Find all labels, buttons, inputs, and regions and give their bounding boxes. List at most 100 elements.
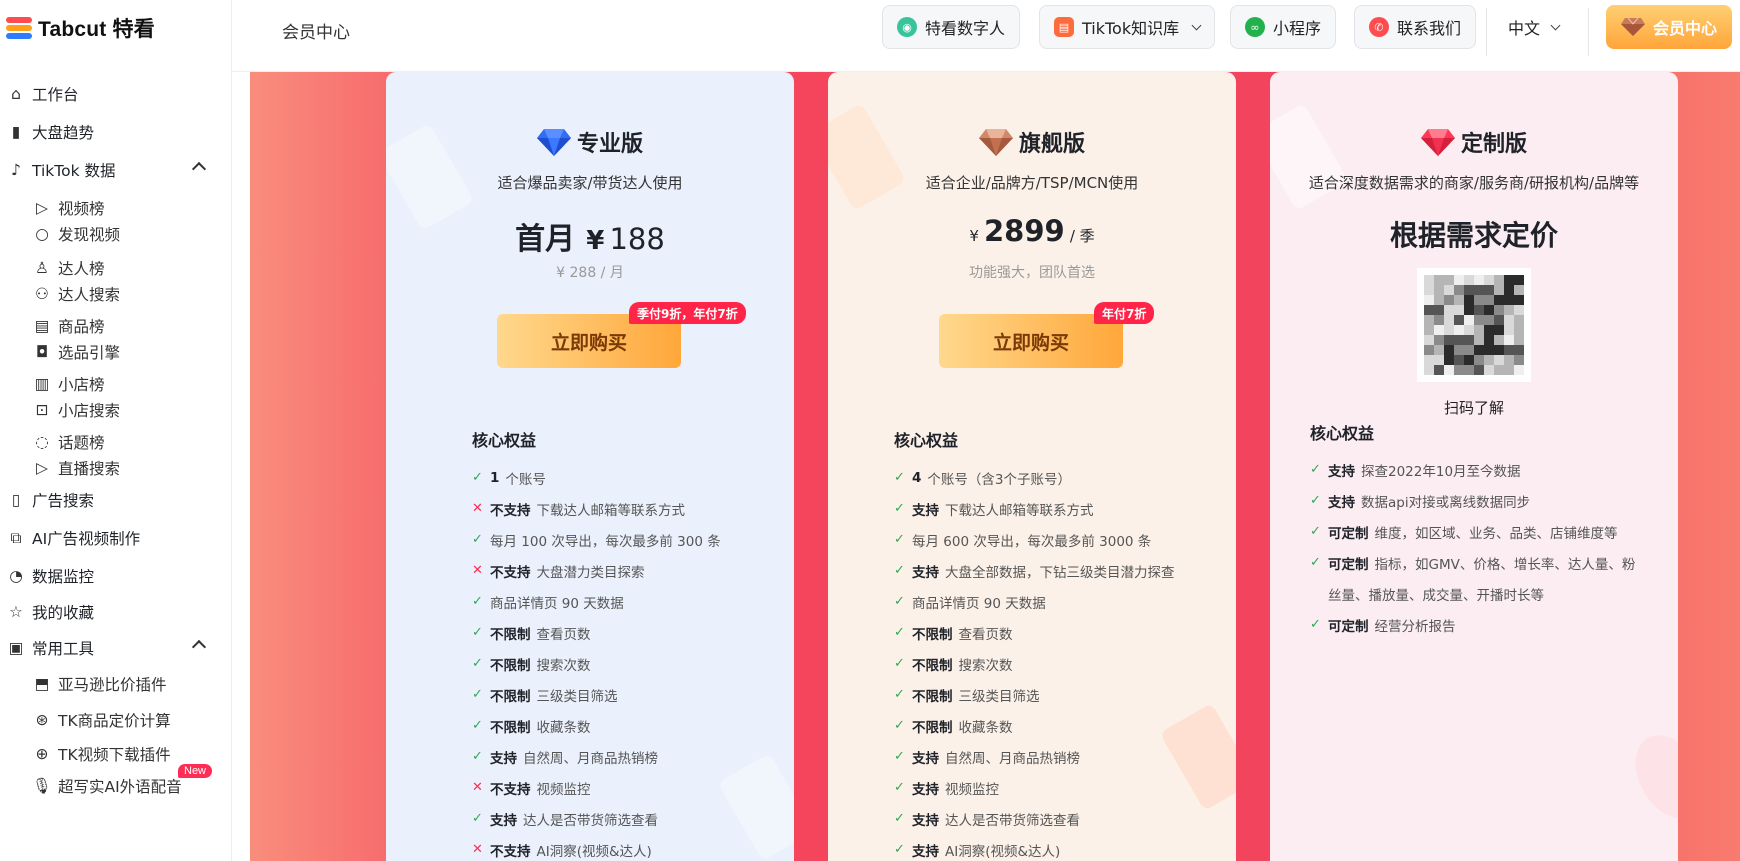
sidebar-item-14[interactable]: ⧉ AI广告视频制作 <box>0 522 231 554</box>
feature-status: 支持 <box>1328 463 1355 480</box>
sidebar-item-1[interactable]: ▮ 大盘趋势 <box>0 116 231 148</box>
qr-cell <box>1504 275 1514 285</box>
feature-status: 可定制 <box>1328 525 1369 542</box>
qr-cell <box>1454 305 1464 315</box>
mini-program-button[interactable]: ∞ 小程序 <box>1230 5 1337 49</box>
logo-icon <box>6 17 32 39</box>
language-select[interactable]: 中文 <box>1508 12 1561 42</box>
mini-program-icon: ∞ <box>1245 17 1265 37</box>
qr-cell <box>1484 335 1494 345</box>
feature-text: 视频监控 <box>536 781 591 798</box>
feature-status: 不支持 <box>490 781 531 798</box>
brand-logo[interactable]: Tabcut 特看 <box>6 14 155 42</box>
feature-text: 收藏条数 <box>536 719 591 736</box>
sidebar-item-12[interactable]: ▷ 直播搜索 <box>0 452 231 484</box>
qr-cell <box>1484 345 1494 355</box>
feature-status: 不限制 <box>912 719 953 736</box>
knowledge-base-button[interactable]: ▤ TikTok知识库 <box>1039 5 1216 49</box>
sidebar-item-label: AI广告视频制作 <box>32 530 141 548</box>
qr-cell <box>1494 275 1504 285</box>
sidebar-item-15[interactable]: ◔ 数据监控 <box>0 560 231 592</box>
feature-text: 大盘全部数据，下钻三级类目潜力探查 <box>945 564 1175 581</box>
contact-us-button[interactable]: ✆ 联系我们 <box>1354 5 1477 49</box>
plan-name: 专业版 <box>576 132 643 157</box>
feature-text: AI洞察(视频&达人) <box>945 843 1061 860</box>
check-icon: ✓ <box>472 749 483 764</box>
sidebar-item-21[interactable]: 🎙 超写实AI外语配音 New <box>0 764 231 802</box>
home-icon: ⌂ <box>11 85 21 103</box>
cross-icon: ✕ <box>472 842 483 857</box>
sidebar-item-label: 直播搜索 <box>58 460 121 478</box>
check-icon: ✓ <box>894 780 905 795</box>
feature-item: ✕ 不支持 下载达人邮箱等联系方式 <box>472 493 721 524</box>
feature-item: 丝量、播放量、成交量、开播时长等 <box>1310 578 1635 609</box>
feature-text: 三级类目筛选 <box>958 688 1040 705</box>
feature-item: ✓ 不限制 搜索次数 <box>472 648 721 679</box>
feature-text: 商品详情页 90 天数据 <box>490 595 624 612</box>
qr-cell <box>1474 345 1484 355</box>
qr-cell <box>1494 295 1504 305</box>
qr-cell <box>1514 355 1524 365</box>
page-title: 会员中心 <box>282 23 350 43</box>
qr-caption: 扫码了解 <box>1443 399 1504 417</box>
phone-icon: ✆ <box>1369 17 1389 37</box>
bag-icon: ◘ <box>35 343 49 361</box>
circle-icon: ○ <box>35 225 49 243</box>
qr-cell <box>1444 355 1454 365</box>
sidebar-item-17[interactable]: ▣ 常用工具 <box>0 632 231 664</box>
price-original: ¥ 288 / 月 <box>556 265 624 281</box>
feature-item: ✓ 支持 下载达人邮箱等联系方式 <box>894 493 1175 524</box>
sidebar-item-6[interactable]: ⚇ 达人搜索 <box>0 278 231 310</box>
sidebar-item-8[interactable]: ◘ 选品引擎 <box>0 336 231 368</box>
check-icon: ✓ <box>1310 462 1321 477</box>
feature-status: 支持 <box>912 502 939 519</box>
feature-text: 查看页数 <box>536 626 591 643</box>
chevron-up-icon[interactable] <box>191 639 207 655</box>
qr-cell <box>1464 305 1474 315</box>
sidebar-item-2[interactable]: ♪ TikTok 数据 <box>0 154 231 186</box>
sidebar-item-4[interactable]: ○ 发现视频 <box>0 218 231 250</box>
feature-status: 不限制 <box>912 657 953 674</box>
plan-price: ¥ 2899 / 季 <box>828 214 1236 248</box>
chevron-up-icon[interactable] <box>191 161 207 177</box>
feature-status: 支持 <box>912 750 939 767</box>
price-value: 2899 <box>984 214 1065 248</box>
check-icon: ✓ <box>894 811 905 826</box>
sidebar-item-label: TK视频下载插件 <box>58 746 171 764</box>
qr-cell <box>1434 345 1444 355</box>
qr-cell <box>1474 315 1484 325</box>
store-icon: ▤ <box>34 317 50 335</box>
digital-human-button[interactable]: ◉ 特看数字人 <box>882 5 1021 49</box>
qr-cell <box>1514 345 1524 355</box>
sidebar-item-label: TK商品定价计算 <box>58 712 171 730</box>
feature-text: 下载达人邮箱等联系方式 <box>945 502 1094 519</box>
feature-list: ✓ 4 个账号（含3个子账号） ✓ 支持 下载达人邮箱等联系方式 ✓ 每月 600 次导出，每… <box>894 462 1175 861</box>
qr-code[interactable] <box>1417 268 1531 382</box>
qr-cell <box>1484 295 1494 305</box>
feature-status: 4 <box>912 469 922 486</box>
sidebar-item-10[interactable]: ⊡ 小店搜索 <box>0 394 231 426</box>
sidebar-item-label: 大盘趋势 <box>32 124 95 142</box>
core-benefits-title: 核心权益 <box>894 431 959 450</box>
feature-text: 达人是否带货筛选查看 <box>523 812 658 829</box>
qr-cell <box>1484 355 1494 365</box>
vip-center-button[interactable]: 会员中心 <box>1606 5 1732 49</box>
feature-item: ✕ 不支持 AI洞察(视频&达人) <box>472 834 721 861</box>
feature-item: ✓ 支持 达人是否带货筛选查看 <box>894 803 1175 834</box>
sidebar-item-label: 发现视频 <box>58 226 121 244</box>
sidebar-item-0[interactable]: ⌂ 工作台 <box>0 78 231 110</box>
sidebar-item-18[interactable]: ⬒ 亚马逊比价插件 <box>0 668 231 700</box>
plan-description: 适合深度数据需求的商家/服务商/研报机构/品牌等 <box>1308 174 1640 192</box>
sidebar-item-16[interactable]: ☆ 我的收藏 <box>0 596 231 628</box>
qr-cell <box>1494 335 1504 345</box>
check-icon: ✓ <box>472 687 483 702</box>
ai-video-icon: ⧉ <box>10 528 22 547</box>
sidebar-item-13[interactable]: ▯ 广告搜索 <box>0 484 231 516</box>
qr-cell <box>1444 305 1454 315</box>
qr-cell <box>1424 295 1434 305</box>
feature-item: ✓ 每月 600 次导出，每次最多前 3000 条 <box>894 524 1175 555</box>
feature-text: 丝量、播放量、成交量、开播时长等 <box>1328 587 1544 604</box>
sidebar-item-19[interactable]: ⊛ TK商品定价计算 <box>0 704 231 736</box>
feature-item: ✓ 可定制 经营分析报告 <box>1310 609 1635 640</box>
sidebar-item-label: 商品榜 <box>58 318 105 336</box>
